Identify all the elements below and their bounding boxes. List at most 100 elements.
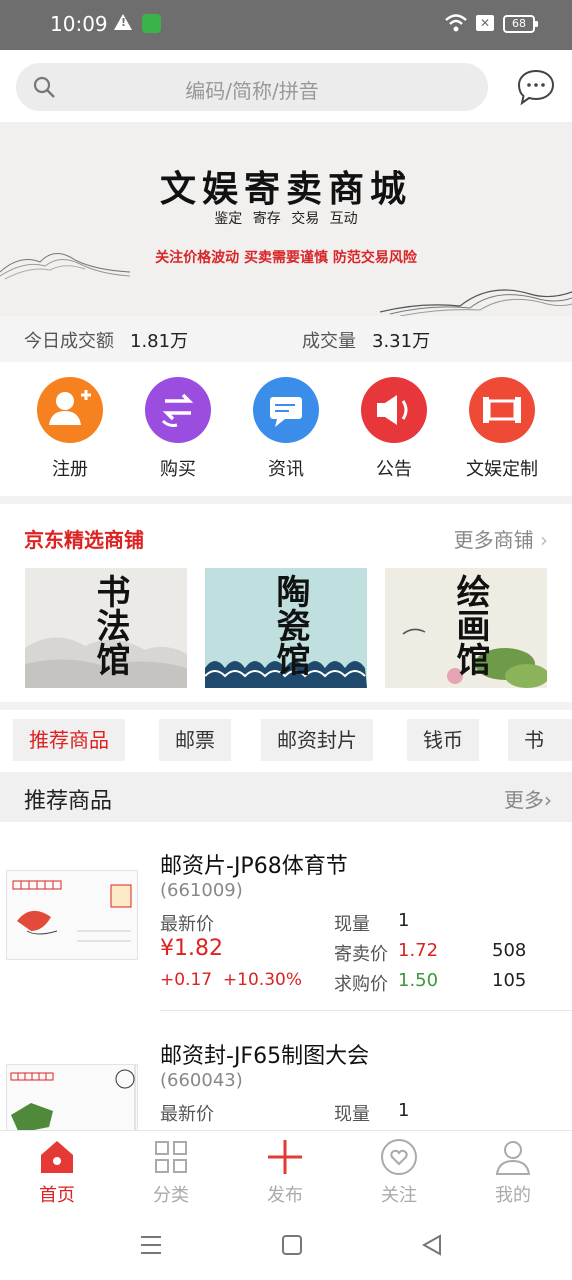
section-title: 推荐商品 <box>24 789 113 814</box>
quick-action-register[interactable]: 注册 <box>20 377 120 481</box>
product-name: 邮资片-JP68体育节 <box>160 854 348 879</box>
nav-profile[interactable]: 我的 <box>463 1137 563 1207</box>
category-grid-icon <box>155 1141 187 1173</box>
announcement-speaker-icon <box>361 377 427 443</box>
nav-publish[interactable]: 发布 <box>235 1137 335 1207</box>
system-navigation-bar <box>0 1210 572 1280</box>
back-triangle-icon[interactable] <box>421 1234 443 1256</box>
shops-more-label: 更多商铺 <box>453 528 534 552</box>
quick-action-label: 资讯 <box>268 459 304 480</box>
banner-subtitle: 鉴定 寄存 交易 互动 <box>214 211 358 227</box>
tab-recommended[interactable]: 推荐商品 <box>13 719 125 761</box>
spot-qty-label: 现量 <box>334 1104 370 1125</box>
product-thumbnail <box>6 1064 138 1130</box>
volume-value: 3.31万 <box>372 331 431 352</box>
warning-icon <box>114 14 132 30</box>
follow-heart-icon <box>381 1139 417 1175</box>
product-item[interactable]: 邮资封-JF65制图大会 (660043) 最新价 现量 1 <box>0 1012 572 1130</box>
turnover-label: 今日成交额 <box>24 331 114 352</box>
shop-card-ceramics[interactable]: 陶瓷馆 <box>205 568 367 688</box>
battery-icon: 68 <box>503 15 538 33</box>
chevron-right-icon: › <box>540 528 548 552</box>
quick-action-custom[interactable]: 文娱定制 <box>452 377 552 481</box>
chevron-right-icon: › <box>544 788 552 812</box>
custom-scroll-icon <box>469 377 535 443</box>
quick-action-label: 注册 <box>52 459 88 480</box>
status-bar: 10:09 ✕ 68 <box>0 0 572 50</box>
latest-price-label: 最新价 <box>160 1104 214 1125</box>
section-more-link[interactable]: 更多› <box>504 784 552 813</box>
change-percent: +10.30% <box>222 970 302 990</box>
turnover-stat: 今日成交额 1.81万 <box>24 327 188 353</box>
price-change: +0.17 +10.30% <box>160 970 302 990</box>
mountain-right-decoration <box>380 289 572 316</box>
spot-qty-value: 1 <box>398 910 410 931</box>
tab-postal-stationery[interactable]: 邮资封片 <box>261 719 373 761</box>
nav-label: 关注 <box>381 1185 417 1206</box>
ask-price-value: 1.72 <box>398 940 439 961</box>
no-sim-icon: ✕ <box>476 15 494 31</box>
message-icon[interactable] <box>516 68 556 106</box>
latest-price: ¥1.82 <box>160 936 223 961</box>
banner-title: 文娱寄卖商城 <box>159 168 412 210</box>
home-icon <box>41 1141 73 1173</box>
buy-exchange-icon <box>145 377 211 443</box>
latest-price-label: 最新价 <box>160 914 214 935</box>
spot-qty-label: 现量 <box>334 914 370 935</box>
recommended-section-header: 推荐商品 更多› <box>0 772 572 822</box>
category-tabs: 推荐商品 邮票 邮资封片 钱币 书法 <box>0 710 572 772</box>
section-more-label: 更多 <box>504 788 544 812</box>
shop-card-painting[interactable]: 绘画馆 <box>385 568 547 688</box>
product-code: (660043) <box>160 1070 243 1091</box>
spot-qty-value: 1 <box>398 1100 410 1121</box>
nav-label: 发布 <box>267 1185 303 1206</box>
volume-label: 成交量 <box>302 331 356 352</box>
news-chat-icon <box>253 377 319 443</box>
quick-action-label: 文娱定制 <box>466 459 538 480</box>
product-thumbnail <box>6 870 138 960</box>
volume-stat: 成交量 3.31万 <box>302 327 430 353</box>
top-header: 编码/简称/拼音 <box>0 50 572 122</box>
menu-icon[interactable] <box>140 1234 162 1256</box>
bid-price-value: 1.50 <box>398 970 439 991</box>
bid-qty-value: 105 <box>492 970 527 991</box>
nav-label: 我的 <box>495 1185 531 1206</box>
shop-card-name: 绘画馆 <box>450 574 490 676</box>
search-input[interactable]: 编码/简称/拼音 <box>16 63 488 111</box>
shop-card-name: 陶瓷馆 <box>270 574 310 676</box>
shop-card-name: 书法馆 <box>90 574 130 676</box>
quick-action-label: 公告 <box>376 459 412 480</box>
product-name: 邮资封-JF65制图大会 <box>160 1044 370 1069</box>
shops-more-link[interactable]: 更多商铺 › <box>454 524 548 553</box>
quick-action-announcement[interactable]: 公告 <box>344 377 444 481</box>
quick-action-news[interactable]: 资讯 <box>236 377 336 481</box>
tab-stamps[interactable]: 邮票 <box>159 719 231 761</box>
home-square-icon[interactable] <box>281 1234 303 1256</box>
promo-banner[interactable]: 文娱寄卖商城 鉴定 寄存 交易 互动 关注价格波动 买卖需要谨慎 防范交易风险 <box>0 122 572 316</box>
quick-action-buy[interactable]: 购买 <box>128 377 228 481</box>
register-user-icon <box>37 377 103 443</box>
profile-person-icon <box>495 1141 531 1175</box>
tab-coins[interactable]: 钱币 <box>407 719 479 761</box>
nav-label: 分类 <box>153 1185 189 1206</box>
search-placeholder: 编码/简称/拼音 <box>185 79 319 103</box>
product-code: (661009) <box>160 880 243 901</box>
app-badge-icon <box>142 14 161 33</box>
product-item[interactable]: 邮资片-JP68体育节 (661009) 最新价 ¥1.82 +0.17 +10… <box>0 822 572 1012</box>
product-list: 邮资片-JP68体育节 (661009) 最新价 ¥1.82 +0.17 +10… <box>0 822 572 1130</box>
change-value: +0.17 <box>160 970 213 990</box>
status-time: 10:09 <box>50 12 108 36</box>
bid-price-label: 求购价 <box>334 974 388 995</box>
nav-follow[interactable]: 关注 <box>349 1137 449 1207</box>
trade-stats: 今日成交额 1.81万 成交量 3.31万 <box>0 316 572 362</box>
publish-plus-icon <box>268 1140 302 1174</box>
quick-actions: 注册 购买 资讯 公告 文娱定制 <box>0 362 572 496</box>
nav-home[interactable]: 首页 <box>7 1137 107 1207</box>
nav-category[interactable]: 分类 <box>121 1137 221 1207</box>
banner-risk-warning: 关注价格波动 买卖需要谨慎 防范交易风险 <box>155 250 417 266</box>
shop-card-calligraphy[interactable]: 书法馆 <box>25 568 187 688</box>
nav-label: 首页 <box>39 1185 75 1206</box>
wifi-icon <box>445 14 467 32</box>
tab-calligraphy[interactable]: 书法 <box>508 719 572 772</box>
ask-qty-value: 508 <box>492 940 527 961</box>
